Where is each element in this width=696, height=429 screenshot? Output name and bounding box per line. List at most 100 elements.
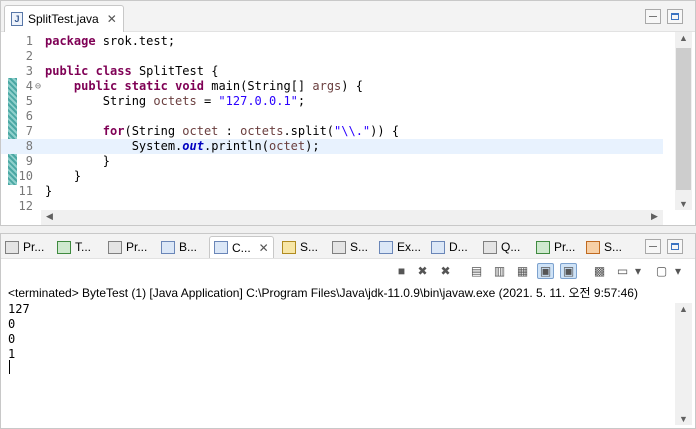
scroll-up-icon[interactable]: ▲ <box>675 304 692 314</box>
view-tab-label: Pr... <box>23 240 45 254</box>
word-wrap-button[interactable]: ▦ <box>514 263 531 279</box>
view-tab-label: B... <box>179 240 198 254</box>
output-line: 127 <box>8 302 30 316</box>
display-console-button[interactable]: ▭ <box>614 263 631 279</box>
terminate-icon: ■ <box>397 264 406 278</box>
show-on-stderr-button[interactable]: ▣ <box>560 263 577 279</box>
code-line[interactable]: 1 package srok.test; <box>1 34 663 49</box>
view-tab-servers[interactable]: S... <box>282 236 318 258</box>
view-tab-snippets[interactable]: S... <box>332 236 368 258</box>
code-line[interactable]: 11} <box>1 184 663 199</box>
remove-launch-icon: ✖ <box>417 264 428 278</box>
remove-launch-button[interactable]: ✖ <box>414 263 431 279</box>
line-number: 7 <box>25 124 33 138</box>
editor-horizontal-scrollbar[interactable]: ◀ ▶ <box>41 210 663 225</box>
fold-gutter <box>35 184 45 199</box>
scroll-right-icon[interactable]: ▶ <box>646 211 663 222</box>
line-number: 4 <box>25 79 33 93</box>
code-line[interactable]: 5 String octets = "127.0.0.1"; <box>1 94 663 109</box>
clear-console-button[interactable]: ▤ <box>468 263 485 279</box>
editor-window-controls <box>645 9 683 24</box>
tasks-icon <box>57 240 71 254</box>
line-number: 11 <box>18 184 33 198</box>
show-on-stderr-icon: ▣ <box>562 264 575 278</box>
console-vertical-scrollbar[interactable]: ▲ ▼ <box>675 303 692 425</box>
line-number: 6 <box>25 109 33 123</box>
view-tab-console[interactable]: C... ✕ <box>209 236 274 258</box>
view-tab-bar: Pr... T... Pr... B... C... ✕ S... S... Ex... D...… <box>1 234 695 259</box>
view-tab-label: S... <box>350 240 369 254</box>
open-dropdown-icon: ▾ <box>674 264 682 278</box>
view-tab-progress[interactable]: Pr... <box>536 236 575 258</box>
scroll-down-icon[interactable]: ▼ <box>675 199 692 209</box>
scrollbar-thumb[interactable] <box>676 48 691 190</box>
maximize-button[interactable] <box>667 239 683 254</box>
line-number: 2 <box>25 49 33 63</box>
view-tab-properties[interactable]: Pr... <box>108 236 147 258</box>
code-line[interactable]: 10 } <box>1 169 663 184</box>
display-dropdown-button[interactable]: ▾ <box>633 263 643 279</box>
view-tab-label: T... <box>75 240 92 254</box>
output-line: 0 <box>8 317 16 331</box>
line-number: 8 <box>25 139 33 153</box>
output-line: 0 <box>8 332 16 346</box>
code-area[interactable]: 1 package srok.test; 2 3 public class SplitT… <box>1 32 663 213</box>
close-icon[interactable]: ✕ <box>107 12 117 26</box>
view-tab-problems[interactable]: Pr... <box>5 236 44 258</box>
clear-console-icon: ▤ <box>470 264 483 278</box>
remove-all-terminated-button[interactable]: ✖ <box>437 263 454 279</box>
explorer-icon <box>379 240 393 254</box>
open-dropdown-button[interactable]: ▾ <box>673 263 683 279</box>
code-line[interactable]: 4 ⊖ public static void main(String[] args… <box>1 79 663 94</box>
view-tab-search[interactable]: D... <box>431 236 468 258</box>
scroll-lock-button[interactable]: ▥ <box>491 263 508 279</box>
editor-vertical-scrollbar[interactable]: ▲ ▼ <box>675 32 692 210</box>
maximize-button[interactable] <box>667 9 683 24</box>
fold-toggle-icon[interactable]: ⊖ <box>35 79 45 94</box>
view-tab-label: Pr... <box>126 240 148 254</box>
fold-gutter <box>35 169 45 184</box>
properties-icon <box>108 240 122 254</box>
scroll-lock-icon: ▥ <box>493 264 506 278</box>
ssh-icon <box>586 240 600 254</box>
code-line[interactable]: 2 <box>1 49 663 64</box>
code-line[interactable]: 8 System.out.println(octet); <box>1 139 663 154</box>
fold-gutter <box>35 109 45 124</box>
editor-tab-splittest[interactable]: J SplitTest.java ✕ <box>4 5 124 32</box>
line-number: 1 <box>25 34 33 48</box>
pin-console-icon: ▩ <box>593 264 606 278</box>
java-file-icon: J <box>11 12 23 26</box>
console-output[interactable]: 127 0 0 1 <box>8 302 30 362</box>
open-console-button[interactable]: ▢ <box>653 263 670 279</box>
display-dropdown-icon: ▾ <box>634 264 642 278</box>
scroll-left-icon[interactable]: ◀ <box>41 211 58 222</box>
code-text: } <box>45 154 111 168</box>
code-text: for(String octet : octets.split("\\.")) … <box>102 124 400 138</box>
show-on-stdout-button[interactable]: ▣ <box>537 263 554 279</box>
code-text: String octets = "127.0.0.1"; <box>45 94 306 108</box>
servers-icon <box>282 240 296 254</box>
minimize-button[interactable] <box>645 9 661 24</box>
close-icon[interactable]: ✕ <box>259 241 269 255</box>
view-tab-ssh[interactable]: S... <box>586 236 622 258</box>
terminate-button[interactable]: ■ <box>393 263 410 279</box>
view-tab-label: S... <box>604 240 623 254</box>
pin-console-button[interactable]: ▩ <box>591 263 608 279</box>
fold-gutter <box>35 94 45 109</box>
view-tab-explorer[interactable]: Ex... <box>379 236 421 258</box>
view-tab-tasks[interactable]: T... <box>57 236 91 258</box>
view-tab-query[interactable]: Q... <box>483 236 520 258</box>
code-text: public class SplitTest { <box>45 64 219 78</box>
console-pane: Pr... T... Pr... B... C... ✕ S... S... Ex... D...… <box>0 233 696 429</box>
snippets-icon <box>332 240 346 254</box>
minimize-button[interactable] <box>645 239 661 254</box>
scroll-up-icon[interactable]: ▲ <box>675 33 692 43</box>
code-line[interactable]: 7 for(String octet : octets.split("\\.")… <box>1 124 663 139</box>
view-tab-bookmarks[interactable]: B... <box>161 236 197 258</box>
code-text: System.out.println(octet); <box>45 139 320 153</box>
code-line[interactable]: 6 <box>1 109 663 124</box>
code-line[interactable]: 9 } <box>1 154 663 169</box>
code-line[interactable]: 3 public class SplitTest { <box>1 64 663 79</box>
line-number: 9 <box>25 154 33 168</box>
scroll-down-icon[interactable]: ▼ <box>675 414 692 424</box>
